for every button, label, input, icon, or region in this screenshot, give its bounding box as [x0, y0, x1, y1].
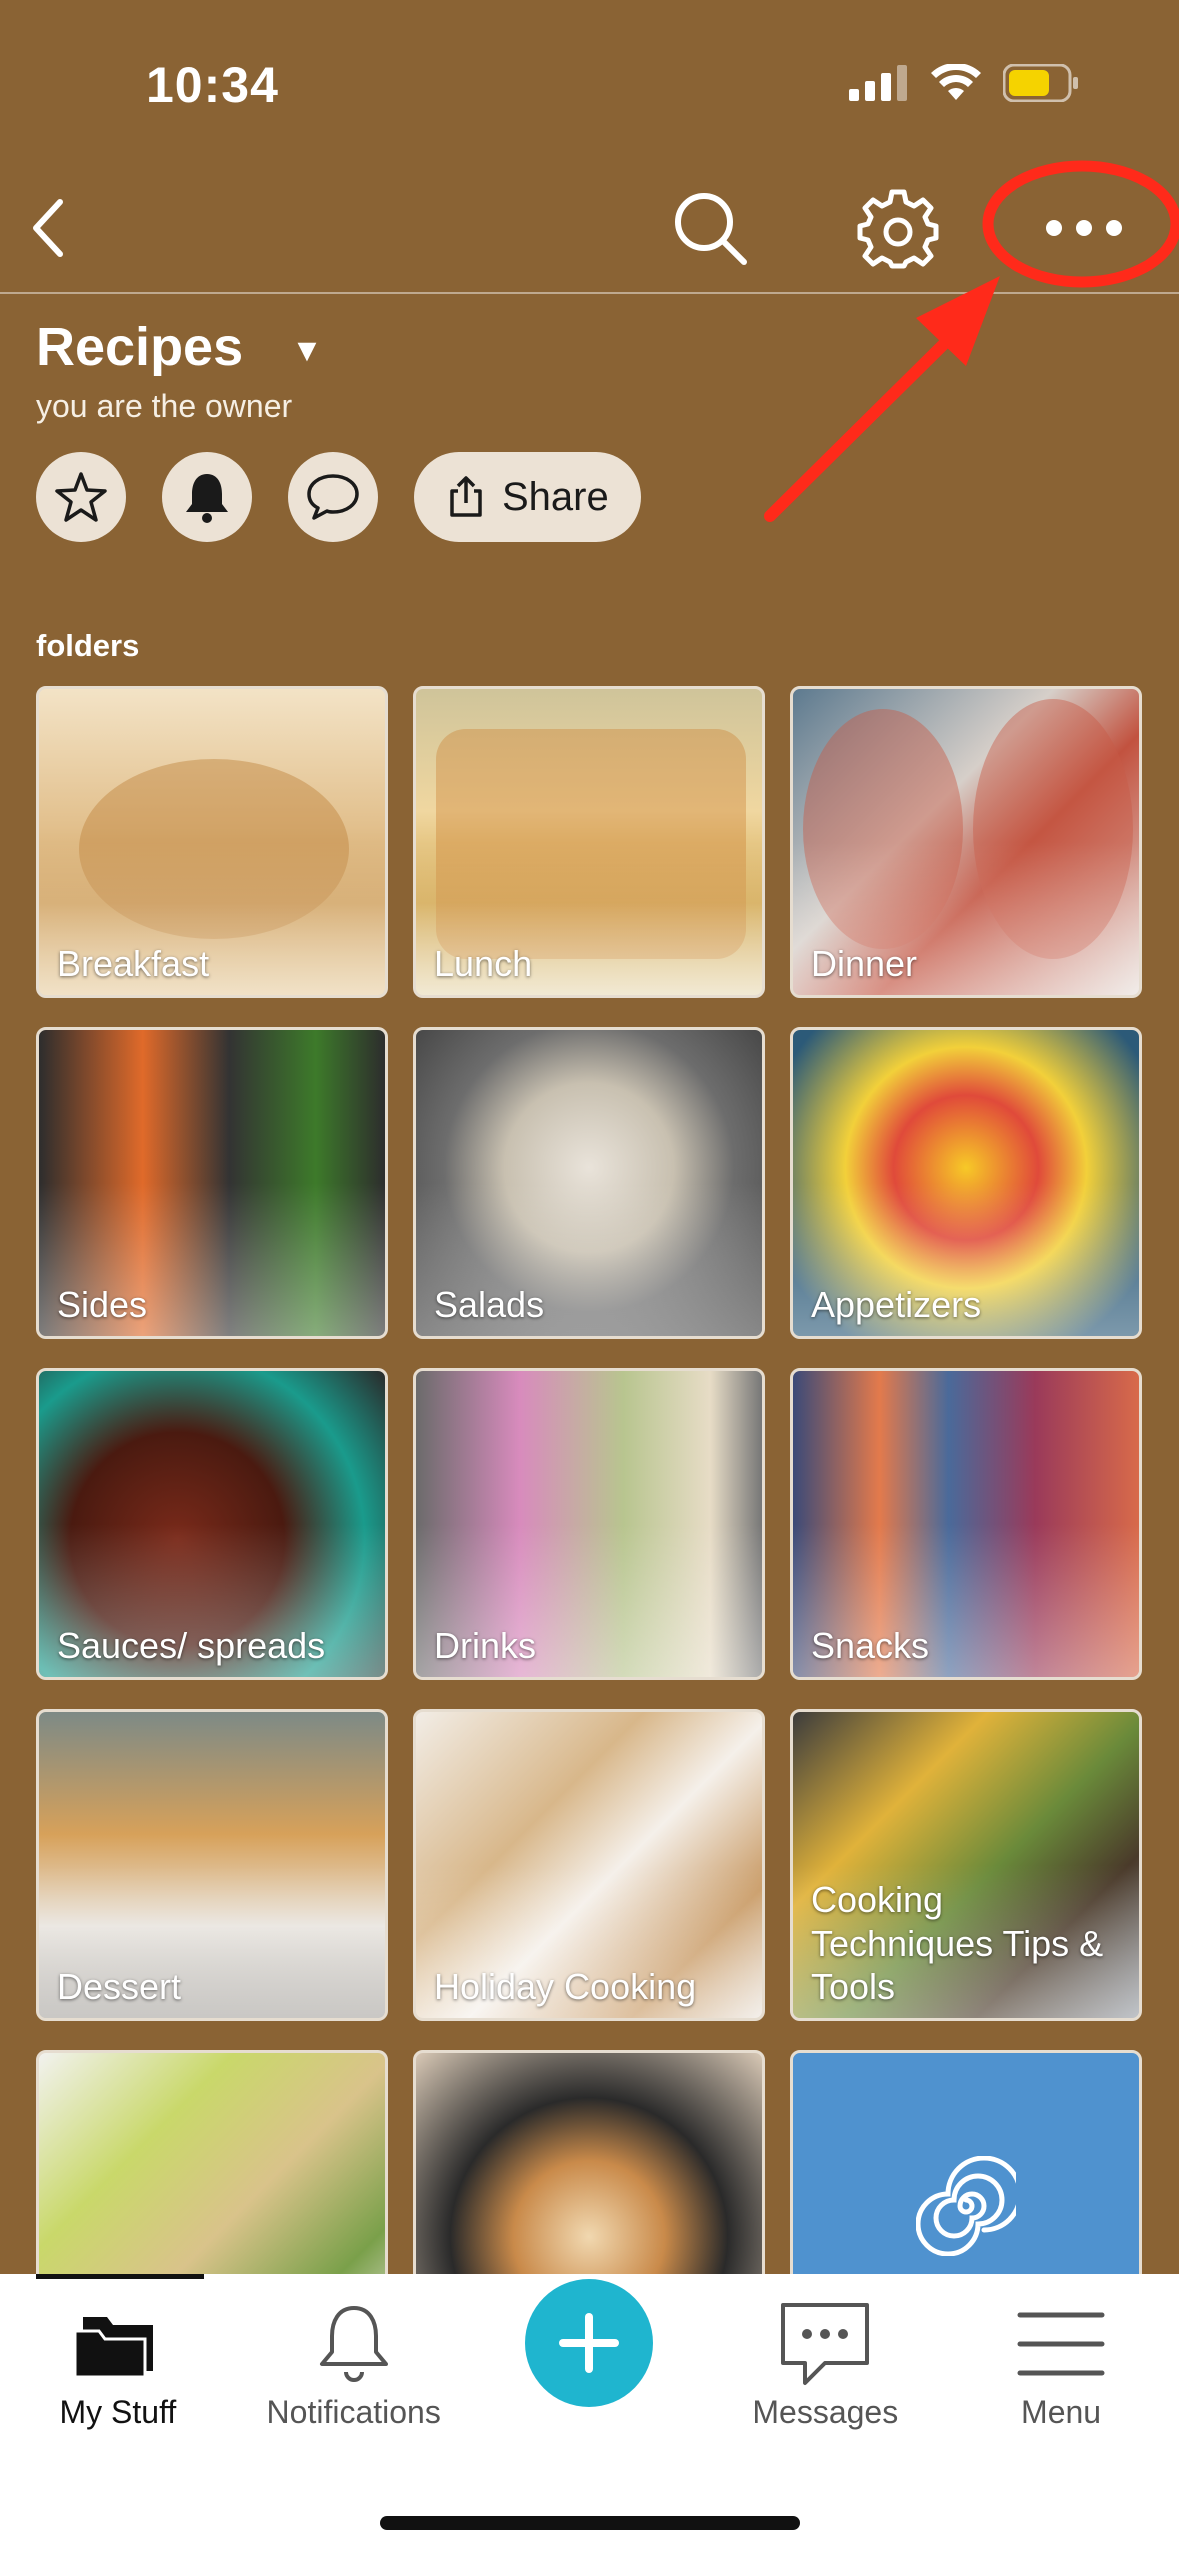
- folder-label: Sauces/ spreads: [57, 1624, 326, 1666]
- owner-subtitle: you are the owner: [36, 388, 293, 424]
- bell-icon: [319, 2306, 388, 2382]
- folder-appetizers[interactable]: Appetizers: [790, 1027, 1142, 1339]
- tab-notifications[interactable]: Notifications: [254, 2294, 454, 2431]
- bell-icon: [186, 474, 228, 523]
- create-button[interactable]: [525, 2279, 654, 2407]
- active-tab-indicator: [36, 2274, 204, 2279]
- tab-label: Messages: [752, 2394, 899, 2430]
- menu-icon: [1017, 2312, 1105, 2376]
- folder-snacks[interactable]: Snacks: [790, 1368, 1142, 1680]
- folder-label: Holiday Cooking: [434, 1965, 697, 2007]
- tab-create[interactable]: [489, 2279, 689, 2431]
- folder-label: Breakfast: [57, 942, 210, 984]
- folder-sides[interactable]: Sides: [36, 1027, 388, 1339]
- page-title: Recipes: [36, 317, 244, 377]
- folder-salads[interactable]: Salads: [413, 1027, 765, 1339]
- folder-grid: Breakfast Lunch Dinner Sides Salads Appe…: [36, 686, 1143, 2362]
- folder-label: Sides: [57, 1283, 148, 1325]
- folder-label: Dinner: [811, 942, 918, 984]
- tab-label: Menu: [1021, 2394, 1102, 2430]
- folder-sauces-spreads[interactable]: Sauces/ spreads: [36, 1368, 388, 1680]
- folder-label: Dessert: [57, 1965, 182, 2007]
- folder-label: Appetizers: [811, 1283, 982, 1325]
- folder-holiday-cooking[interactable]: Holiday Cooking: [413, 1709, 765, 2021]
- folder-label: Lunch: [434, 942, 533, 984]
- tab-label: My Stuff: [59, 2394, 177, 2430]
- folder-breakfast[interactable]: Breakfast: [36, 686, 388, 998]
- annotation-circle: [982, 160, 1179, 288]
- folder-drinks[interactable]: Drinks: [413, 1368, 765, 1680]
- share-button[interactable]: Share: [414, 452, 641, 542]
- star-icon: [55, 472, 107, 522]
- folder-label: Cooking Techniques Tips & Tools: [811, 1879, 1104, 2007]
- chat-icon: [781, 2303, 870, 2385]
- plus-icon: [559, 2313, 620, 2373]
- share-label: Share: [502, 474, 609, 519]
- action-row: Share: [36, 452, 641, 542]
- bottom-tab-bar: My Stuff Notifications Messages Menu: [0, 2274, 1179, 2556]
- share-icon: [450, 476, 482, 517]
- folder-dinner[interactable]: Dinner: [790, 686, 1142, 998]
- folder-lunch[interactable]: Lunch: [413, 686, 765, 998]
- title-dropdown-caret[interactable]: ▼: [291, 332, 323, 369]
- folders-heading: folders: [36, 628, 140, 663]
- chat-icon: [307, 474, 359, 520]
- folder-label: Salads: [434, 1283, 545, 1325]
- tab-my-stuff[interactable]: My Stuff: [18, 2294, 218, 2431]
- folder-label: Drinks: [434, 1624, 537, 1666]
- notify-button[interactable]: [162, 452, 252, 542]
- comment-button[interactable]: [288, 452, 378, 542]
- folder-label: Snacks: [811, 1624, 930, 1666]
- title-row[interactable]: Recipes ▼: [36, 316, 323, 378]
- folder-dessert[interactable]: Dessert: [36, 1709, 388, 2021]
- annotation-arrow-shaft: [764, 334, 954, 522]
- home-indicator: [380, 2516, 800, 2530]
- tab-row: My Stuff Notifications Messages Menu: [0, 2279, 1179, 2431]
- tab-menu[interactable]: Menu: [961, 2294, 1161, 2431]
- tab-messages[interactable]: Messages: [725, 2294, 925, 2431]
- spiral-icon: [916, 2156, 1016, 2256]
- folder-cooking-techniques[interactable]: Cooking Techniques Tips & Tools: [790, 1709, 1142, 2021]
- folder-icon: [73, 2317, 153, 2377]
- favorite-button[interactable]: [36, 452, 126, 542]
- tab-label: Notifications: [266, 2394, 441, 2430]
- page-header: Recipes ▼ you are the owner: [36, 316, 323, 425]
